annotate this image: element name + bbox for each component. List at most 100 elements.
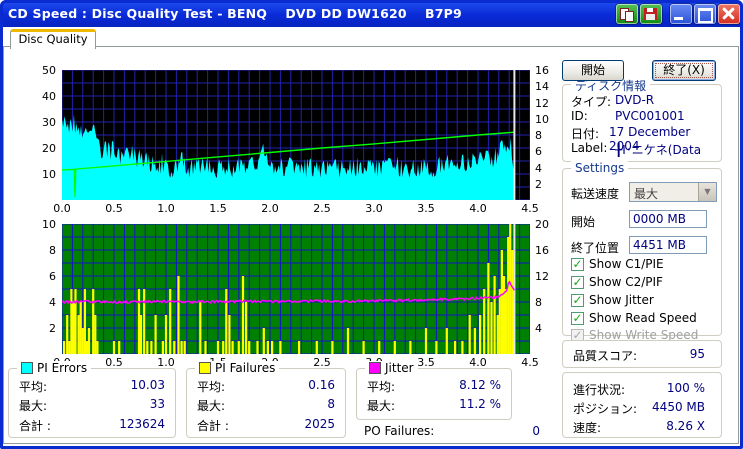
y-axis-tick: 8 bbox=[49, 244, 56, 257]
disc-id-label: ID: bbox=[571, 109, 588, 123]
start-position-label: 開始 bbox=[571, 215, 596, 229]
x-axis-bottom: 0.00.51.01.52.02.53.03.54.04.5 bbox=[53, 356, 548, 369]
jitter-right-axis: 20 16 12 8 4 bbox=[532, 218, 560, 354]
checkbox-icon: ✓ bbox=[571, 293, 584, 307]
y-axis-tick: 16 bbox=[535, 244, 549, 257]
y-axis-tick: 16 bbox=[535, 64, 549, 77]
window-title: CD Speed : Disc Quality Test - BENQ DVD … bbox=[8, 6, 462, 21]
checkbox-show-read-speed[interactable]: ✓ Show Read Speed bbox=[571, 311, 697, 325]
jitter-avg: 8.12 % bbox=[459, 378, 501, 392]
settings-group: Settings 転送速度 最大 ▼ 開始 終了位置 ✓Show C1/PIE … bbox=[562, 161, 722, 342]
titlebar[interactable]: CD Speed : Disc Quality Test - BENQ DVD … bbox=[0, 0, 743, 27]
pi-errors-left-axis: 50 40 30 20 10 bbox=[30, 64, 58, 200]
y-axis-tick: 8 bbox=[535, 129, 542, 142]
x-axis-tick: 4.0 bbox=[469, 202, 487, 215]
transfer-rate-select[interactable]: 最大 ▼ bbox=[629, 182, 717, 202]
max-label: 最大: bbox=[197, 399, 226, 413]
y-axis-tick: 20 bbox=[42, 142, 56, 155]
pi-errors-panel: PI Errors 平均: 10.03 最大: 33 合計 : 123624 bbox=[8, 361, 176, 438]
disc-type-label: タイプ: bbox=[571, 95, 612, 109]
pi-failures-panel-title: PI Failures bbox=[215, 361, 276, 375]
transfer-rate-label: 転送速度 bbox=[571, 187, 620, 201]
minimize-button[interactable] bbox=[670, 3, 692, 24]
checkbox-show-c1-pie[interactable]: ✓ Show C1/PIE bbox=[571, 257, 664, 271]
x-axis-tick: 4.5 bbox=[521, 202, 539, 215]
po-failures-row: PO Failures: 0 bbox=[364, 424, 540, 438]
pi-errors-avg: 10.03 bbox=[130, 378, 165, 392]
x-axis-tick: 1.5 bbox=[209, 202, 227, 215]
y-axis-tick: 40 bbox=[42, 90, 56, 103]
pi-failures-swatch bbox=[199, 362, 211, 374]
y-axis-tick: 6 bbox=[535, 145, 542, 159]
avg-label: 平均: bbox=[19, 380, 48, 394]
progress-label: 進行状況: bbox=[573, 383, 626, 397]
app-window: CD Speed : Disc Quality Test - BENQ DVD … bbox=[0, 0, 743, 449]
pi-errors-max: 33 bbox=[149, 397, 165, 411]
x-axis-tick: 3.5 bbox=[417, 202, 435, 215]
jitter-panel-title: Jitter bbox=[385, 361, 414, 375]
x-axis-tick: 3.0 bbox=[365, 202, 383, 215]
pi-errors-total: 123624 bbox=[119, 417, 165, 431]
y-axis-tick: 12 bbox=[535, 270, 549, 283]
x-axis-tick: 0.0 bbox=[53, 202, 71, 215]
position-value: 4450 MB bbox=[652, 400, 705, 414]
x-axis-tick: 2.5 bbox=[313, 202, 331, 215]
disc-label-value: ╂I･ニケネ(Data bbox=[615, 143, 702, 157]
x-axis-tick: 2.0 bbox=[261, 202, 279, 215]
pi-failures-avg: 0.16 bbox=[308, 378, 335, 392]
speed-label: 速度: bbox=[573, 421, 602, 435]
checkbox-show-jitter[interactable]: ✓ Show Jitter bbox=[571, 293, 654, 307]
pi-failures-max: 8 bbox=[327, 397, 335, 411]
y-axis-tick: 4 bbox=[535, 161, 542, 175]
y-axis-tick: 2 bbox=[535, 177, 542, 191]
transfer-rate-value: 最大 bbox=[634, 187, 659, 201]
y-axis-tick: 20 bbox=[535, 218, 549, 231]
y-axis-tick: 14 bbox=[535, 80, 549, 94]
y-axis-tick: 6 bbox=[49, 270, 56, 283]
end-position-label: 終了位置 bbox=[571, 241, 620, 255]
position-label: ポジション: bbox=[573, 402, 638, 416]
pi-failures-total: 2025 bbox=[304, 417, 335, 431]
x-axis-top: 0.0 0.5 1.0 1.5 2.0 2.5 3.0 3.5 4.0 4.5 bbox=[53, 202, 548, 215]
tab-disc-quality[interactable]: Disc Quality bbox=[10, 29, 96, 49]
maximize-button[interactable] bbox=[694, 3, 716, 24]
maximize-icon bbox=[698, 7, 713, 23]
quality-score-group: 品質スコア: 95 bbox=[562, 340, 722, 368]
max-label: 最大: bbox=[19, 399, 48, 413]
checkbox-show-c2-pif[interactable]: ✓ Show C2/PIF bbox=[571, 275, 663, 289]
y-axis-tick: 50 bbox=[42, 64, 56, 77]
end-position-input[interactable] bbox=[629, 236, 707, 254]
start-position-input[interactable] bbox=[629, 210, 707, 228]
minimize-icon bbox=[674, 16, 683, 20]
jitter-max: 11.2 % bbox=[459, 397, 501, 411]
exit-button[interactable]: 終了(X) bbox=[652, 60, 716, 81]
pi-failures-chart bbox=[62, 224, 530, 354]
quality-score-label: 品質スコア: bbox=[573, 349, 638, 363]
x-axis-tick: 0.5 bbox=[105, 202, 123, 215]
close-button[interactable] bbox=[718, 3, 740, 24]
y-axis-tick: 4 bbox=[49, 296, 56, 309]
settings-title: Settings bbox=[575, 161, 625, 175]
jitter-swatch bbox=[369, 362, 381, 374]
sum-label: 合計 : bbox=[19, 419, 51, 433]
save-button[interactable] bbox=[640, 3, 662, 24]
copy-button[interactable] bbox=[616, 3, 638, 24]
checkbox-icon: ✓ bbox=[571, 257, 584, 271]
sum-label: 合計 : bbox=[197, 419, 229, 433]
y-axis-tick: 2 bbox=[49, 322, 56, 335]
checkbox-icon: ✓ bbox=[571, 275, 584, 289]
checkbox-icon: ✓ bbox=[571, 311, 584, 325]
chevron-down-icon: ▼ bbox=[698, 183, 716, 201]
y-axis-tick: 10 bbox=[535, 112, 549, 126]
disc-label-label: Label: bbox=[571, 141, 608, 155]
speed-value: 8.26 X bbox=[666, 419, 705, 433]
disc-type-value: DVD-R bbox=[615, 93, 655, 107]
start-button[interactable]: 開始 bbox=[562, 60, 624, 81]
jitter-panel: Jitter 平均: 8.12 % 最大: 11.2 % bbox=[356, 361, 512, 420]
po-failures-value: 0 bbox=[532, 424, 540, 438]
disc-id-value: PVC001001 bbox=[615, 109, 685, 123]
max-label: 最大: bbox=[367, 399, 396, 413]
y-axis-tick: 8 bbox=[535, 296, 542, 309]
quality-score-value: 95 bbox=[689, 347, 705, 361]
x-axis-tick: 4.5 bbox=[521, 356, 539, 369]
